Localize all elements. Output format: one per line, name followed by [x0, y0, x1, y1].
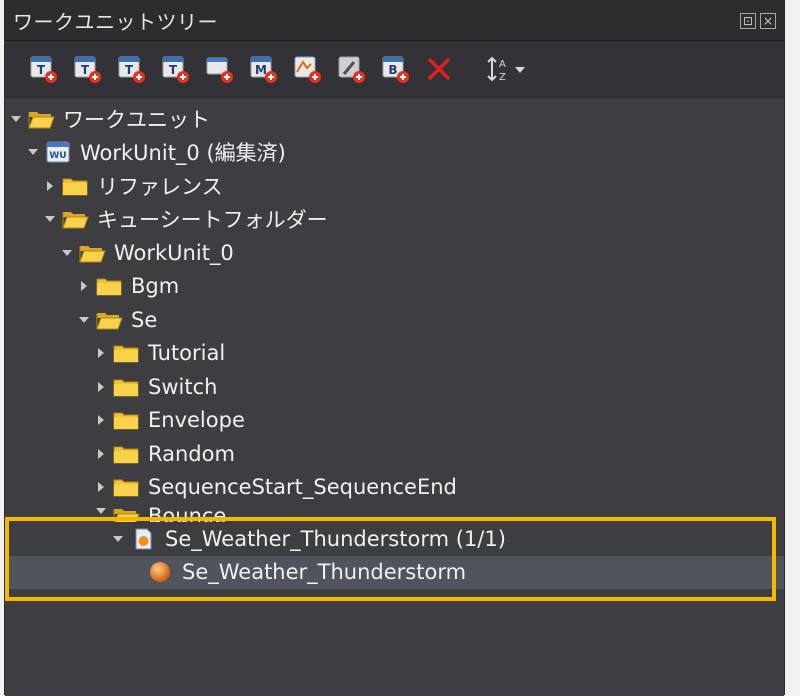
add-t-tool-2-icon: T: [74, 56, 101, 83]
folder-icon: [95, 274, 123, 298]
folder-open-icon: [95, 308, 123, 332]
expand-arrow-icon[interactable]: [77, 279, 91, 293]
add-window-tool-icon: [206, 57, 233, 83]
tree-item[interactable]: Tutorial: [5, 337, 784, 371]
add-b-tool-icon: B: [382, 56, 409, 83]
tree-item-label: Bounce: [148, 504, 227, 522]
delete-x-icon: [428, 58, 450, 80]
svg-text:Z: Z: [499, 72, 506, 83]
tree-view[interactable]: ワークユニット WU WorkUnit_0 (編集済) リファレンスキューシートフォル…: [5, 97, 784, 696]
add-t-tool-4-button[interactable]: T: [153, 47, 197, 91]
sort-az-icon: A Z: [487, 56, 525, 83]
float-window-icon[interactable]: ⊡: [740, 12, 756, 29]
folder-icon: [112, 475, 140, 499]
expand-arrow-icon[interactable]: [94, 413, 108, 427]
workunit-icon: WU: [44, 140, 72, 164]
folder-icon: [61, 174, 89, 198]
toolbar: T T T T M B A Z: [5, 41, 784, 97]
close-window-icon[interactable]: ×: [760, 12, 776, 29]
cuesheet-icon: [129, 527, 157, 551]
collapse-arrow-icon[interactable]: [60, 246, 74, 260]
tree-item-label: キューシートフォルダー: [97, 208, 328, 233]
tree-item[interactable]: Envelope: [5, 404, 784, 438]
expand-arrow-icon[interactable]: [94, 346, 108, 360]
tree-item-label: SequenceStart_SequenceEnd: [148, 475, 457, 500]
tree-item[interactable]: Random: [5, 437, 784, 471]
tree-item-label: Switch: [148, 374, 218, 399]
delete-button[interactable]: [417, 47, 461, 91]
svg-text:T: T: [169, 63, 178, 77]
svg-text:WU: WU: [49, 151, 66, 161]
collapse-arrow-icon[interactable]: [94, 504, 108, 518]
tree-item-label: Se_Weather_Thunderstorm: [182, 560, 467, 585]
add-edit-tool-button[interactable]: [329, 47, 373, 91]
add-envelope-tool-icon: [294, 56, 321, 83]
tree-item-label: ワークユニット: [63, 107, 210, 132]
tree-item-label: WorkUnit_0 (編集済): [80, 141, 286, 166]
panel-titlebar: ワークユニットツリー ⊡ ×: [5, 1, 784, 41]
folder-icon: [112, 341, 140, 365]
folder-open-icon: [78, 241, 106, 265]
add-t-tool-1-icon: T: [30, 56, 57, 83]
panel-title: ワークユニットツリー: [13, 10, 218, 34]
tree-item[interactable]: リファレンス: [5, 169, 784, 203]
tree-item[interactable]: Se_Weather_Thunderstorm: [5, 555, 784, 589]
collapse-arrow-icon[interactable]: [111, 532, 125, 546]
add-t-tool-4-icon: T: [162, 56, 189, 83]
expand-arrow-icon[interactable]: [94, 380, 108, 394]
svg-text:A: A: [499, 59, 506, 70]
folder-open-icon: [61, 207, 89, 231]
work-unit-tree-panel: ワークユニットツリー ⊡ × T T T T M B A Z ワークユニット WU WorkU…: [4, 0, 785, 696]
folder-icon: [112, 375, 140, 399]
add-t-tool-3-button[interactable]: T: [109, 47, 153, 91]
folder-icon: [112, 442, 140, 466]
add-m-tool-button[interactable]: M: [241, 47, 285, 91]
add-t-tool-3-icon: T: [118, 56, 145, 83]
expand-arrow-icon[interactable]: [94, 480, 108, 494]
tree-item-label: Se_Weather_Thunderstorm (1/1): [165, 526, 506, 551]
svg-text:M: M: [255, 63, 267, 77]
cue-icon: [146, 560, 174, 584]
tree-item[interactable]: Bgm: [5, 270, 784, 304]
expand-arrow-icon[interactable]: [94, 447, 108, 461]
tree-item[interactable]: WU WorkUnit_0 (編集済): [5, 136, 784, 170]
add-envelope-tool-button[interactable]: [285, 47, 329, 91]
tree-item-label: Random: [148, 441, 235, 466]
collapse-arrow-icon[interactable]: [9, 112, 23, 126]
tree-item[interactable]: ワークユニット: [5, 102, 784, 136]
folder-icon: [112, 408, 140, 432]
tree-item[interactable]: SequenceStart_SequenceEnd: [5, 471, 784, 505]
tree-item[interactable]: Bounce: [5, 504, 784, 522]
folder-open-icon: [112, 504, 140, 522]
collapse-arrow-icon[interactable]: [26, 145, 40, 159]
tree-item-label: リファレンス: [97, 174, 223, 199]
tree-item-label: Bgm: [131, 274, 180, 299]
svg-text:T: T: [37, 63, 46, 77]
tree-item-label: Se: [131, 307, 158, 332]
add-edit-tool-icon: [338, 56, 365, 83]
sort-button[interactable]: A Z: [477, 47, 537, 91]
add-t-tool-2-button[interactable]: T: [65, 47, 109, 91]
svg-text:B: B: [388, 63, 397, 77]
tree-item[interactable]: キューシートフォルダー: [5, 203, 784, 237]
collapse-arrow-icon[interactable]: [77, 313, 91, 327]
tree-item[interactable]: WorkUnit_0: [5, 236, 784, 270]
svg-text:T: T: [125, 63, 134, 77]
tree-item[interactable]: Se: [5, 303, 784, 337]
folder-open-icon: [27, 107, 55, 131]
tree-item-label: Tutorial: [148, 341, 226, 366]
collapse-arrow-icon[interactable]: [43, 212, 57, 226]
svg-text:T: T: [81, 63, 90, 77]
tree-item[interactable]: Switch: [5, 370, 784, 404]
add-t-tool-1-button[interactable]: T: [21, 47, 65, 91]
add-m-tool-icon: M: [250, 56, 277, 83]
add-window-tool-button[interactable]: [197, 47, 241, 91]
add-b-tool-button[interactable]: B: [373, 47, 417, 91]
tree-item[interactable]: Se_Weather_Thunderstorm (1/1): [5, 522, 784, 556]
tree-item-label: WorkUnit_0: [114, 240, 234, 265]
tree-item-label: Envelope: [148, 408, 245, 433]
expand-arrow-icon[interactable]: [43, 179, 57, 193]
